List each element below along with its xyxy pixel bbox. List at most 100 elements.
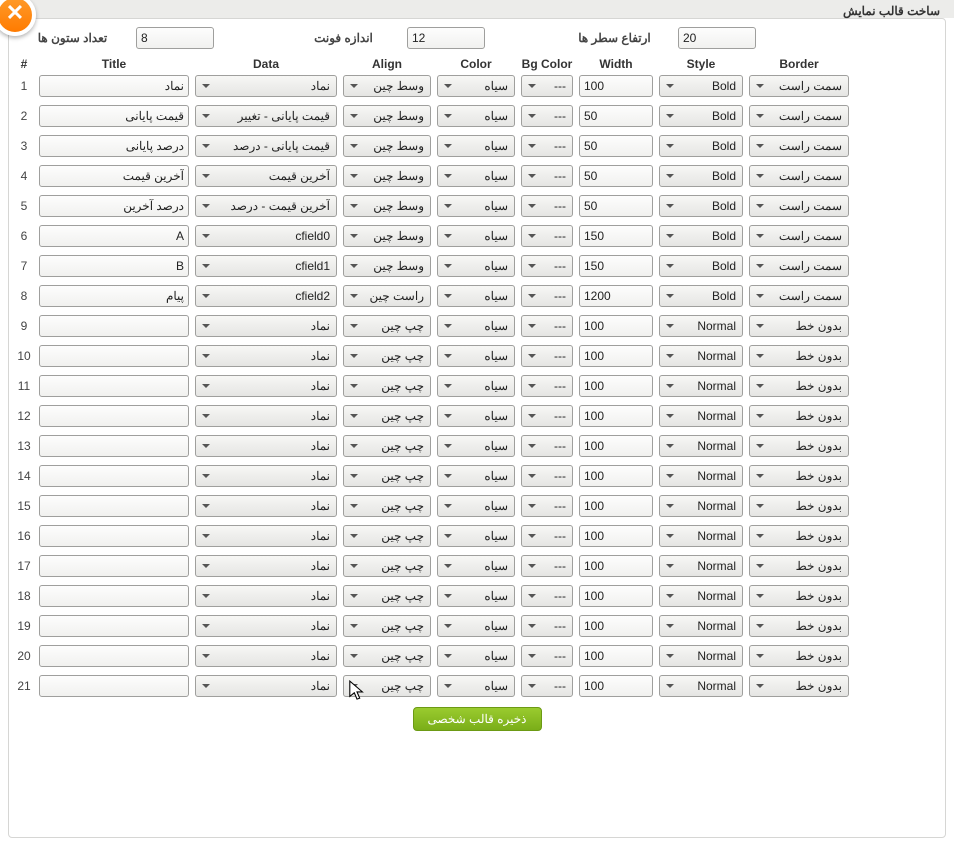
width-input[interactable] <box>579 585 653 607</box>
align-select[interactable]: چپ چین <box>343 555 431 577</box>
align-select[interactable]: وسط چین <box>343 165 431 187</box>
title-input[interactable] <box>39 375 189 397</box>
border-select[interactable]: بدون خط <box>749 495 849 517</box>
border-select[interactable]: بدون خط <box>749 645 849 667</box>
align-select[interactable]: راست چین <box>343 285 431 307</box>
title-input[interactable] <box>39 225 189 247</box>
data-select[interactable]: نماد <box>195 315 337 337</box>
color-select[interactable]: سیاه <box>437 435 515 457</box>
color-select[interactable]: سیاه <box>437 495 515 517</box>
data-select[interactable]: نماد <box>195 675 337 697</box>
save-template-button[interactable]: ذخیره قالب شخصی <box>413 707 542 731</box>
title-input[interactable] <box>39 495 189 517</box>
border-select[interactable]: بدون خط <box>749 525 849 547</box>
color-select[interactable]: سیاه <box>437 315 515 337</box>
width-input[interactable] <box>579 375 653 397</box>
row-height-input[interactable] <box>678 27 756 49</box>
data-select[interactable]: نماد <box>195 615 337 637</box>
border-select[interactable]: بدون خط <box>749 465 849 487</box>
style-select[interactable]: Normal <box>659 585 743 607</box>
bgcolor-select[interactable]: --- <box>521 495 573 517</box>
style-select[interactable]: Normal <box>659 495 743 517</box>
align-select[interactable]: وسط چین <box>343 255 431 277</box>
title-input[interactable] <box>39 645 189 667</box>
title-input[interactable] <box>39 135 189 157</box>
align-select[interactable]: وسط چین <box>343 105 431 127</box>
style-select[interactable]: Normal <box>659 645 743 667</box>
data-select[interactable]: نماد <box>195 465 337 487</box>
style-select[interactable]: Bold <box>659 135 743 157</box>
style-select[interactable]: Bold <box>659 105 743 127</box>
border-select[interactable]: بدون خط <box>749 585 849 607</box>
align-select[interactable]: چپ چین <box>343 645 431 667</box>
align-select[interactable]: چپ چین <box>343 585 431 607</box>
bgcolor-select[interactable]: --- <box>521 645 573 667</box>
style-select[interactable]: Normal <box>659 615 743 637</box>
color-select[interactable]: سیاه <box>437 405 515 427</box>
style-select[interactable]: Normal <box>659 465 743 487</box>
style-select[interactable]: Normal <box>659 555 743 577</box>
bgcolor-select[interactable]: --- <box>521 405 573 427</box>
align-select[interactable]: وسط چین <box>343 135 431 157</box>
bgcolor-select[interactable]: --- <box>521 285 573 307</box>
data-select[interactable]: نماد <box>195 375 337 397</box>
color-select[interactable]: سیاه <box>437 255 515 277</box>
col-count-input[interactable] <box>136 27 214 49</box>
align-select[interactable]: چپ چین <box>343 375 431 397</box>
width-input[interactable] <box>579 555 653 577</box>
data-select[interactable]: نماد <box>195 345 337 367</box>
width-input[interactable] <box>579 645 653 667</box>
bgcolor-select[interactable]: --- <box>521 105 573 127</box>
style-select[interactable]: Normal <box>659 435 743 457</box>
bgcolor-select[interactable]: --- <box>521 615 573 637</box>
style-select[interactable]: Normal <box>659 405 743 427</box>
bgcolor-select[interactable]: --- <box>521 675 573 697</box>
align-select[interactable]: چپ چین <box>343 495 431 517</box>
title-input[interactable] <box>39 165 189 187</box>
width-input[interactable] <box>579 315 653 337</box>
border-select[interactable]: سمت راست <box>749 105 849 127</box>
title-input[interactable] <box>39 465 189 487</box>
border-select[interactable]: بدون خط <box>749 315 849 337</box>
bgcolor-select[interactable]: --- <box>521 165 573 187</box>
data-select[interactable]: نماد <box>195 495 337 517</box>
align-select[interactable]: وسط چین <box>343 75 431 97</box>
color-select[interactable]: سیاه <box>437 345 515 367</box>
color-select[interactable]: سیاه <box>437 555 515 577</box>
bgcolor-select[interactable]: --- <box>521 345 573 367</box>
bgcolor-select[interactable]: --- <box>521 375 573 397</box>
border-select[interactable]: بدون خط <box>749 375 849 397</box>
color-select[interactable]: سیاه <box>437 645 515 667</box>
data-select[interactable]: نماد <box>195 645 337 667</box>
color-select[interactable]: سیاه <box>437 75 515 97</box>
style-select[interactable]: Normal <box>659 345 743 367</box>
width-input[interactable] <box>579 465 653 487</box>
data-select[interactable]: نماد <box>195 75 337 97</box>
color-select[interactable]: سیاه <box>437 195 515 217</box>
color-select[interactable]: سیاه <box>437 465 515 487</box>
data-select[interactable]: قیمت پایانی - درصد <box>195 135 337 157</box>
data-select[interactable]: آخرین قیمت <box>195 165 337 187</box>
title-input[interactable] <box>39 195 189 217</box>
border-select[interactable]: سمت راست <box>749 225 849 247</box>
data-select[interactable]: cfield2 <box>195 285 337 307</box>
border-select[interactable]: بدون خط <box>749 435 849 457</box>
data-select[interactable]: نماد <box>195 435 337 457</box>
align-select[interactable]: چپ چین <box>343 675 431 697</box>
width-input[interactable] <box>579 165 653 187</box>
align-select[interactable]: وسط چین <box>343 225 431 247</box>
data-select[interactable]: cfield1 <box>195 255 337 277</box>
bgcolor-select[interactable]: --- <box>521 75 573 97</box>
color-select[interactable]: سیاه <box>437 105 515 127</box>
style-select[interactable]: Bold <box>659 195 743 217</box>
border-select[interactable]: بدون خط <box>749 405 849 427</box>
border-select[interactable]: سمت راست <box>749 165 849 187</box>
bgcolor-select[interactable]: --- <box>521 225 573 247</box>
style-select[interactable]: Bold <box>659 255 743 277</box>
bgcolor-select[interactable]: --- <box>521 315 573 337</box>
bgcolor-select[interactable]: --- <box>521 255 573 277</box>
border-select[interactable]: بدون خط <box>749 555 849 577</box>
width-input[interactable] <box>579 135 653 157</box>
width-input[interactable] <box>579 525 653 547</box>
title-input[interactable] <box>39 615 189 637</box>
